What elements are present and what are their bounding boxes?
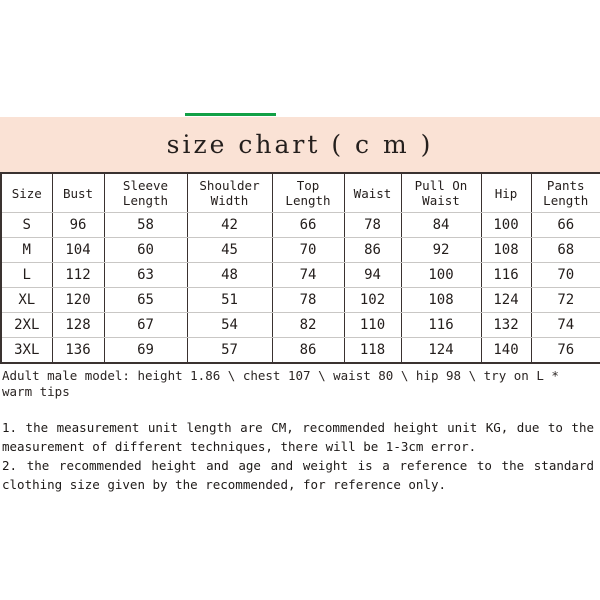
cell-bust: 104 [51, 237, 105, 263]
header-line-2: Width [210, 193, 249, 208]
cell-bust: 128 [51, 312, 105, 338]
cell-pull-on-waist: 92 [400, 237, 482, 263]
cell-sleeve-length: 65 [103, 287, 188, 313]
cell-top-length: 86 [271, 337, 345, 364]
cell-bust: 120 [51, 287, 105, 313]
cell-top-length: 66 [271, 212, 345, 238]
cell-size: L [0, 262, 53, 288]
header-line-2: Length [122, 193, 169, 208]
header-line-1: Hip [494, 185, 518, 201]
cell-hip: 100 [480, 212, 532, 238]
size-chart-table: Size Bust Sleeve Length Shoulder Width T… [0, 172, 600, 364]
header-line-2: Length [285, 193, 331, 208]
note-item-2: 2. the recommended height and age and we… [2, 458, 594, 492]
cell-shoulder-width: 57 [186, 337, 273, 364]
cell-size: XL [0, 287, 53, 313]
cell-top-length: 82 [271, 312, 345, 338]
column-header-bust: Bust [51, 172, 105, 213]
header-line-1: Waist [353, 185, 392, 201]
header-line-1: Size [11, 185, 42, 201]
cell-waist: 86 [343, 237, 402, 263]
cell-sleeve-length: 67 [103, 312, 188, 338]
header-line-2: Waist [422, 193, 460, 208]
cell-waist: 94 [343, 262, 402, 288]
table-row: L 112 63 48 74 94 100 116 70 [0, 262, 600, 288]
column-header-sleeve-length: Sleeve Length [103, 172, 188, 213]
table-header-row: Size Bust Sleeve Length Shoulder Width T… [0, 172, 600, 213]
column-header-pull-on-waist: Pull On Waist [400, 172, 482, 213]
cell-shoulder-width: 42 [186, 212, 273, 238]
cell-shoulder-width: 51 [186, 287, 273, 313]
cell-pants-length: 66 [530, 212, 600, 238]
column-header-hip: Hip [480, 172, 532, 213]
header-line-1: Top [296, 178, 320, 193]
table-row: XL 120 65 51 78 102 108 124 72 [0, 287, 600, 313]
cell-pull-on-waist: 108 [400, 287, 482, 313]
cell-size: 2XL [0, 312, 53, 338]
column-header-pants-length: Pants Length [530, 172, 600, 213]
model-measurement-note: Adult male model: height 1.86 \ chest 10… [2, 368, 559, 399]
table-row: M 104 60 45 70 86 92 108 68 [0, 237, 600, 263]
cell-waist: 110 [343, 312, 402, 338]
cell-waist: 78 [343, 212, 402, 238]
cell-hip: 132 [480, 312, 532, 338]
column-header-top-length: Top Length [271, 172, 345, 213]
cell-hip: 116 [480, 262, 532, 288]
header-line-2: Length [543, 193, 589, 208]
column-header-waist: Waist [343, 172, 402, 213]
cell-size: 3XL [0, 337, 53, 364]
header-line-1: Sleeve [122, 178, 169, 193]
header-line-1: Shoulder [199, 178, 260, 193]
cell-top-length: 70 [271, 237, 345, 263]
column-header-size: Size [0, 172, 53, 213]
size-chart-page: size chart ( c m ) Size Bust Sleeve Leng… [0, 0, 600, 600]
cell-hip: 108 [480, 237, 532, 263]
table-row: S 96 58 42 66 78 84 100 66 [0, 212, 600, 238]
cell-waist: 118 [343, 337, 402, 364]
cell-pants-length: 70 [530, 262, 600, 288]
page-title: size chart ( c m ) [166, 130, 434, 159]
header-line-1: Bust [62, 185, 94, 201]
footer-notes: 1. the measurement unit length are CM, r… [2, 418, 594, 494]
cell-top-length: 78 [271, 287, 345, 313]
cell-pants-length: 68 [530, 237, 600, 263]
cell-shoulder-width: 48 [186, 262, 273, 288]
cell-pants-length: 74 [530, 312, 600, 338]
cell-bust: 112 [51, 262, 105, 288]
cell-pull-on-waist: 100 [400, 262, 482, 288]
header-line-1: Pants [546, 178, 585, 193]
cell-bust: 136 [51, 337, 105, 364]
title-banner: size chart ( c m ) [0, 117, 600, 172]
cell-sleeve-length: 60 [103, 237, 188, 263]
table-row: 2XL 128 67 54 82 110 116 132 74 [0, 312, 600, 338]
header-line-1: Pull On [414, 178, 468, 193]
cell-sleeve-length: 63 [103, 262, 188, 288]
cell-hip: 124 [480, 287, 532, 313]
cell-sleeve-length: 58 [103, 212, 188, 238]
cell-top-length: 74 [271, 262, 345, 288]
cell-waist: 102 [343, 287, 402, 313]
cell-bust: 96 [51, 212, 105, 238]
green-accent-rule [185, 113, 276, 116]
note-item-1: 1. the measurement unit length are CM, r… [2, 420, 594, 454]
cell-pants-length: 76 [530, 337, 600, 364]
cell-pull-on-waist: 116 [400, 312, 482, 338]
cell-pull-on-waist: 84 [400, 212, 482, 238]
cell-size: M [0, 237, 53, 263]
cell-sleeve-length: 69 [103, 337, 188, 364]
table-row: 3XL 136 69 57 86 118 124 140 76 [0, 337, 600, 364]
cell-size: S [0, 212, 53, 238]
cell-shoulder-width: 54 [186, 312, 273, 338]
cell-shoulder-width: 45 [186, 237, 273, 263]
column-header-shoulder-width: Shoulder Width [186, 172, 273, 213]
cell-pants-length: 72 [530, 287, 600, 313]
cell-hip: 140 [480, 337, 532, 364]
cell-pull-on-waist: 124 [400, 337, 482, 364]
